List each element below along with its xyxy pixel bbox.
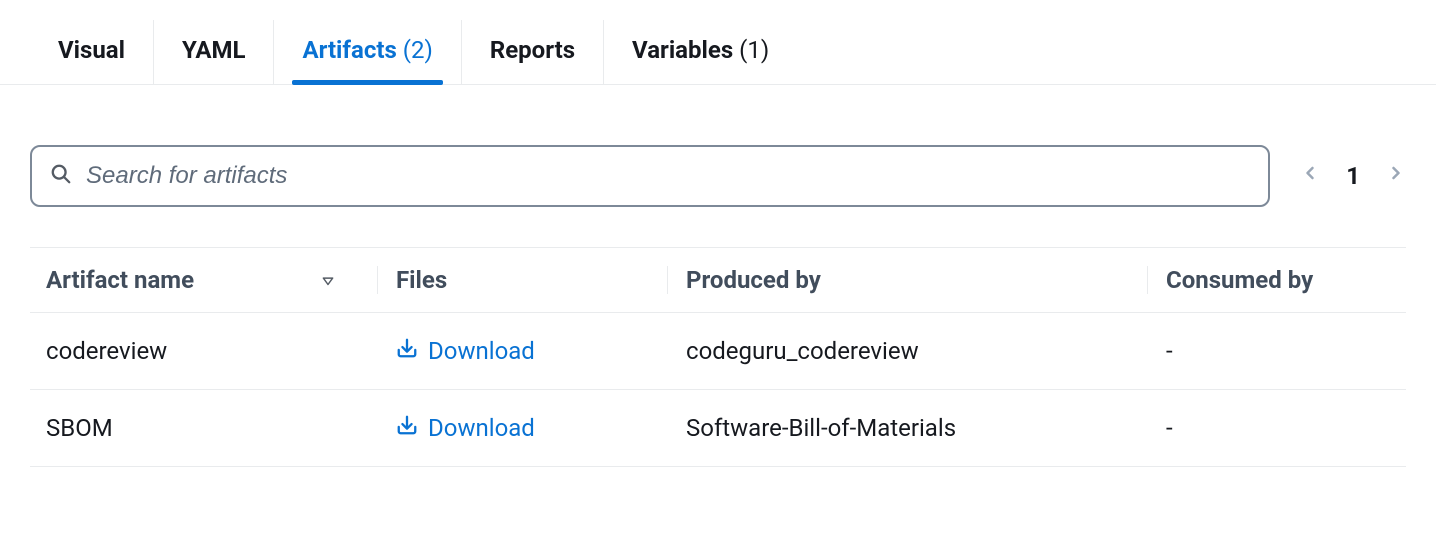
next-page-icon[interactable] bbox=[1386, 159, 1406, 193]
tab-label: YAML bbox=[182, 36, 245, 64]
tab-label: Reports bbox=[490, 36, 575, 64]
toolbar: 1 bbox=[30, 145, 1406, 207]
column-header-consumed[interactable]: Consumed by bbox=[1148, 266, 1398, 294]
tab-label: Artifacts bbox=[302, 36, 396, 64]
tab-count: (1) bbox=[739, 36, 769, 64]
page-number: 1 bbox=[1346, 162, 1360, 190]
search-input[interactable] bbox=[86, 162, 1250, 190]
tab-label: Visual bbox=[58, 36, 125, 64]
cell-artifact-name: codereview bbox=[38, 337, 378, 365]
cell-files: Download bbox=[378, 337, 668, 365]
column-header-produced[interactable]: Produced by bbox=[668, 266, 1148, 294]
download-label: Download bbox=[428, 414, 535, 442]
tab-reports[interactable]: Reports bbox=[462, 20, 604, 84]
download-label: Download bbox=[428, 337, 535, 365]
tabs-bar: Visual YAML Artifacts (2) Reports Variab… bbox=[0, 0, 1436, 85]
search-icon bbox=[50, 163, 72, 189]
pagination: 1 bbox=[1300, 159, 1406, 193]
cell-consumed-by: - bbox=[1148, 414, 1398, 442]
artifacts-table: Artifact name Files Produced by Consumed… bbox=[30, 247, 1406, 467]
tab-count: (2) bbox=[403, 36, 433, 64]
tab-artifacts[interactable]: Artifacts (2) bbox=[274, 20, 461, 84]
column-label: Produced by bbox=[686, 266, 821, 294]
cell-produced-by: codeguru_codereview bbox=[668, 337, 1148, 365]
cell-artifact-name: SBOM bbox=[38, 414, 378, 442]
download-link[interactable]: Download bbox=[396, 337, 535, 365]
column-label: Files bbox=[396, 266, 447, 294]
tab-label: Variables bbox=[632, 36, 733, 64]
cell-files: Download bbox=[378, 414, 668, 442]
search-field-wrap bbox=[30, 145, 1270, 207]
content-area: 1 Artifact name Files Produced by Consum… bbox=[0, 85, 1436, 467]
sort-icon bbox=[319, 266, 337, 294]
column-label: Consumed by bbox=[1166, 266, 1313, 294]
table-header: Artifact name Files Produced by Consumed… bbox=[30, 247, 1406, 313]
column-header-name[interactable]: Artifact name bbox=[38, 266, 378, 294]
tab-variables[interactable]: Variables (1) bbox=[604, 20, 797, 84]
cell-consumed-by: - bbox=[1148, 337, 1398, 365]
tab-yaml[interactable]: YAML bbox=[154, 20, 274, 84]
download-icon bbox=[396, 337, 418, 365]
prev-page-icon[interactable] bbox=[1300, 159, 1320, 193]
table-row: SBOM Download Software-Bill-of-Materials… bbox=[30, 390, 1406, 467]
column-header-files[interactable]: Files bbox=[378, 266, 668, 294]
download-link[interactable]: Download bbox=[396, 414, 535, 442]
download-icon bbox=[396, 414, 418, 442]
column-label: Artifact name bbox=[46, 266, 194, 294]
tab-visual[interactable]: Visual bbox=[30, 20, 154, 84]
table-row: codereview Download codeguru_codereview … bbox=[30, 313, 1406, 390]
cell-produced-by: Software-Bill-of-Materials bbox=[668, 414, 1148, 442]
